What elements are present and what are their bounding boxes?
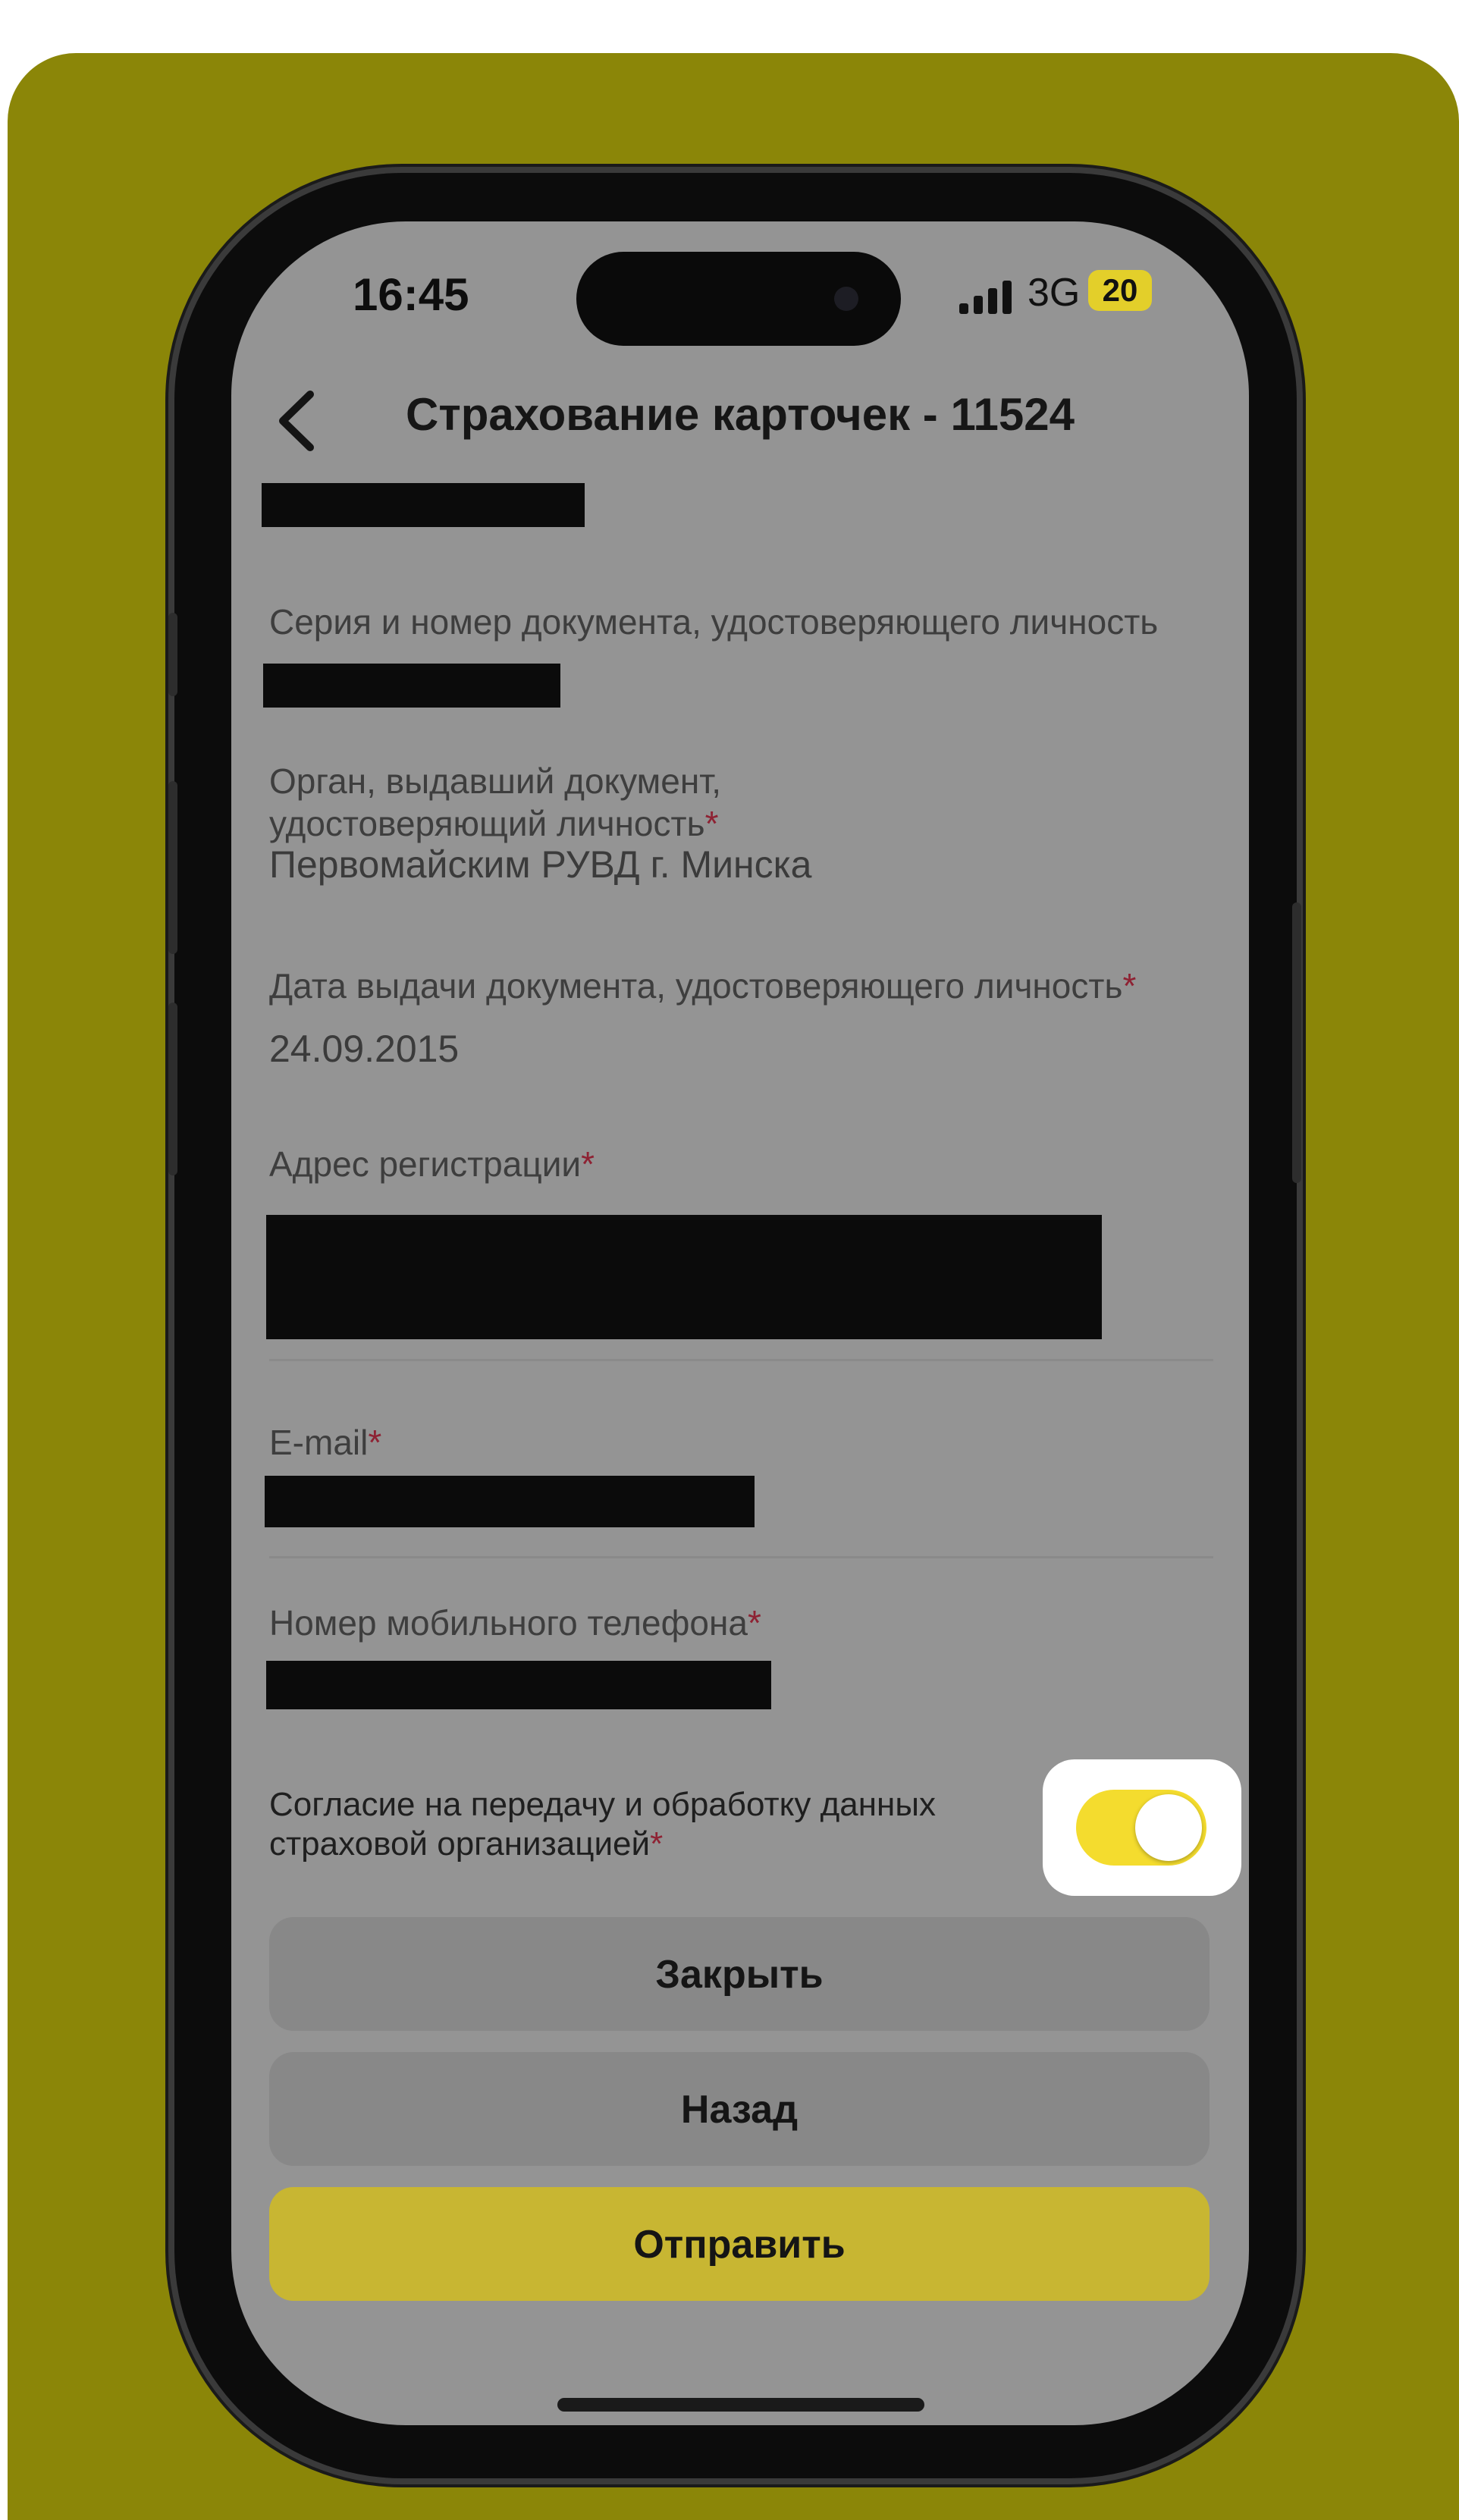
document-number-label: Серия и номер документа, удостоверяющего… <box>269 602 1159 642</box>
consent-toggle-highlight <box>1043 1759 1241 1896</box>
address-value <box>266 1215 1102 1339</box>
consent-label-text: Согласие на передачу и обработку данных … <box>269 1786 936 1863</box>
status-time: 16:45 <box>353 269 469 320</box>
consent-label: Согласие на передачу и обработку данных … <box>269 1785 967 1864</box>
volume-up-button <box>168 781 177 954</box>
issue-date-label: Дата выдачи документа, удостоверяющего л… <box>269 965 1240 1007</box>
close-button[interactable]: Закрыть <box>269 1917 1210 2031</box>
issue-date-label-text: Дата выдачи документа, удостоверяющего л… <box>269 966 1123 1006</box>
divider <box>269 1556 1213 1558</box>
address-label-text: Адрес регистрации <box>269 1144 582 1184</box>
back-button[interactable]: Назад <box>269 2052 1210 2166</box>
battery-icon: 20 <box>1088 270 1152 311</box>
phone-label: Номер мобильного телефона* <box>269 1602 761 1644</box>
camera-icon <box>834 287 858 311</box>
issuer-value[interactable]: Первомайским РУВД г. Минска <box>269 843 811 886</box>
required-mark: * <box>368 1423 382 1462</box>
divider <box>269 1359 1213 1361</box>
required-mark: * <box>1122 966 1137 1006</box>
phone-screen: 16:45 3G 20 Страхование карточек - 11524… <box>231 221 1249 2425</box>
issue-date-value[interactable]: 24.09.2015 <box>269 1028 459 1070</box>
dynamic-island <box>576 252 901 346</box>
side-button <box>168 613 177 696</box>
power-button <box>1292 902 1301 1183</box>
email-label: E-mail* <box>269 1421 381 1464</box>
issuer-label-text: Орган, выдавший документ, удостоверяющий… <box>269 761 722 843</box>
network-type: 3G <box>1028 271 1081 315</box>
volume-down-button <box>168 1003 177 1175</box>
home-indicator[interactable] <box>557 2398 924 2412</box>
signal-icon <box>959 281 1012 314</box>
toggle-knob <box>1135 1794 1202 1861</box>
consent-toggle[interactable] <box>1076 1790 1206 1866</box>
required-mark: * <box>650 1825 664 1863</box>
required-mark: * <box>581 1144 595 1184</box>
redacted-value <box>262 483 585 527</box>
submit-button[interactable]: Отправить <box>269 2187 1210 2301</box>
issuer-label: Орган, выдавший документ, удостоверяющий… <box>269 760 815 845</box>
phone-label-text: Номер мобильного телефона <box>269 1603 748 1643</box>
required-mark: * <box>748 1603 761 1643</box>
document-number-value <box>263 664 560 708</box>
email-label-text: E-mail <box>269 1423 369 1462</box>
email-value <box>265 1476 755 1527</box>
address-label: Адрес регистрации* <box>269 1143 595 1185</box>
phone-value <box>266 1661 771 1709</box>
page-title: Страхование карточек - 11524 <box>406 389 1075 440</box>
required-mark: * <box>704 804 719 843</box>
